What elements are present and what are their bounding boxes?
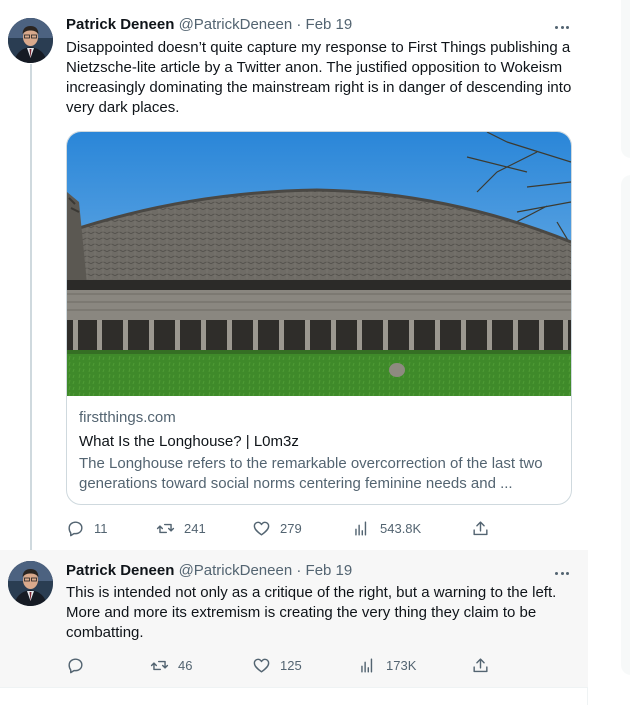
views-button[interactable]: 173K xyxy=(358,655,416,675)
views-icon xyxy=(361,657,373,673)
card-image xyxy=(67,132,571,396)
tweet-header: Patrick Deneen @PatrickDeneen · Feb 19 xyxy=(66,561,352,581)
author-handle[interactable]: @PatrickDeneen xyxy=(179,16,293,33)
timeline: Patrick Deneen @PatrickDeneen · Feb 19 D… xyxy=(0,0,588,705)
card-meta: firstthings.com What Is the Longhouse? |… xyxy=(79,408,559,494)
like-count: 279 xyxy=(280,520,302,536)
section-divider xyxy=(0,687,588,688)
tweet-header: Patrick Deneen @PatrickDeneen · Feb 19 xyxy=(66,15,352,35)
reply-icon xyxy=(68,520,83,536)
views-icon xyxy=(355,520,367,536)
action-bar: 46 125 173K xyxy=(66,655,496,675)
retweet-icon xyxy=(156,523,175,533)
retweet-count: 241 xyxy=(184,520,206,536)
tweet-date[interactable]: Feb 19 xyxy=(306,16,353,33)
author-handle[interactable]: @PatrickDeneen xyxy=(179,562,293,579)
more-icon[interactable] xyxy=(552,563,572,583)
reply-button[interactable]: 11 xyxy=(66,518,108,538)
like-button[interactable]: 125 xyxy=(252,655,302,675)
share-icon xyxy=(473,657,488,672)
separator: · xyxy=(296,562,302,579)
thread-line xyxy=(30,64,32,550)
reply-button[interactable] xyxy=(66,655,94,675)
tweet-text: This is intended not only as a critique … xyxy=(66,584,557,641)
card-domain: firstthings.com xyxy=(79,409,176,426)
sidebar-panel xyxy=(621,175,630,675)
like-button[interactable]: 279 xyxy=(252,518,302,538)
reply-count: 11 xyxy=(94,520,108,536)
views-button[interactable]: 543.8K xyxy=(352,518,421,538)
card-description: The Longhouse refers to the remarkable o… xyxy=(79,455,543,492)
retweet-count: 46 xyxy=(178,657,193,673)
author-name[interactable]: Patrick Deneen xyxy=(66,16,174,33)
like-icon xyxy=(253,658,270,673)
like-count: 125 xyxy=(280,657,302,673)
card-title: What Is the Longhouse? | L0m3z xyxy=(79,433,299,450)
reply-icon xyxy=(68,657,83,673)
avatar[interactable] xyxy=(8,18,53,63)
link-card[interactable]: firstthings.com What Is the Longhouse? |… xyxy=(66,131,572,505)
tweet[interactable]: Patrick Deneen @PatrickDeneen · Feb 19 D… xyxy=(0,0,588,550)
share-icon xyxy=(473,520,488,535)
separator: · xyxy=(296,16,302,33)
tweet-text: Disappointed doesn’t quite capture my re… xyxy=(66,39,572,116)
retweet-button[interactable]: 241 xyxy=(156,518,206,538)
avatar[interactable] xyxy=(8,561,53,606)
sidebar-panel xyxy=(621,0,630,158)
more-icon[interactable] xyxy=(552,17,572,37)
like-icon xyxy=(253,521,270,536)
share-button[interactable] xyxy=(471,655,490,675)
retweet-icon xyxy=(150,660,169,670)
views-count: 543.8K xyxy=(380,520,422,536)
tweet-date[interactable]: Feb 19 xyxy=(306,562,353,579)
right-sidebar xyxy=(589,0,630,705)
views-count: 173K xyxy=(386,657,417,673)
tweet[interactable]: Patrick Deneen @PatrickDeneen · Feb 19 T… xyxy=(0,550,588,687)
author-name[interactable]: Patrick Deneen xyxy=(66,562,174,579)
action-bar: 11 241 279 543.8K xyxy=(66,518,496,538)
share-button[interactable] xyxy=(471,518,490,538)
retweet-button[interactable]: 46 xyxy=(150,655,192,675)
